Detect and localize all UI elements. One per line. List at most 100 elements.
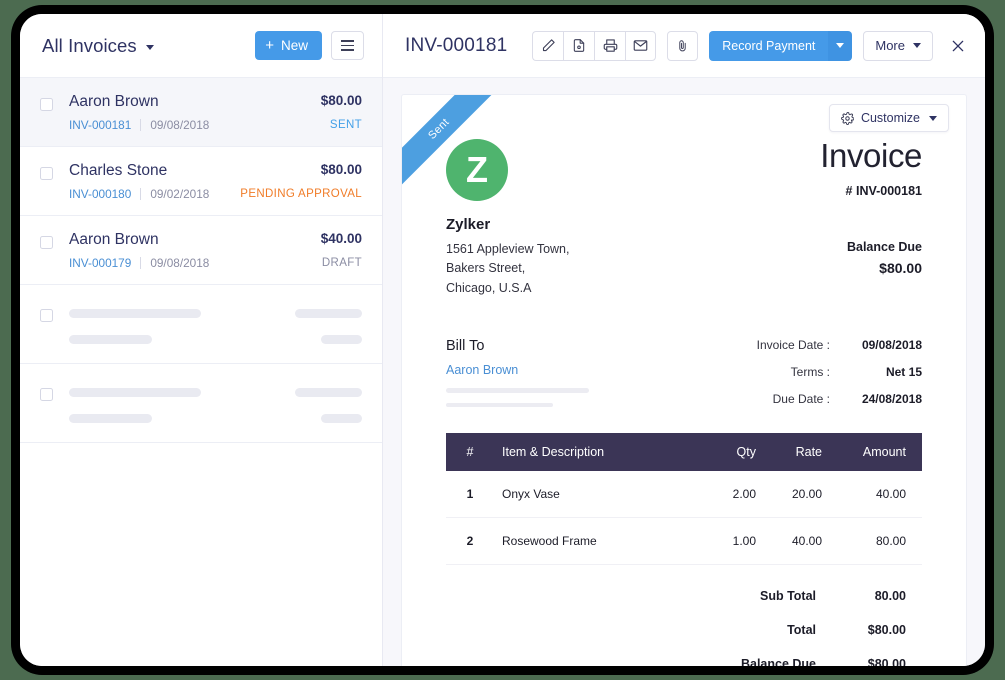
total-label: Sub Total <box>759 589 816 604</box>
placeholder-bar <box>321 335 362 344</box>
gear-icon <box>841 111 854 125</box>
record-payment-group: Record Payment <box>709 30 853 61</box>
list-title: All Invoices <box>42 34 137 56</box>
more-label: More <box>875 38 905 53</box>
invoice-number[interactable]: INV-000179 <box>69 256 131 270</box>
invoice-totals: Sub Total 80.00 Total $80.00 Balance Due… <box>446 589 922 666</box>
customer-name: Charles Stone <box>69 162 168 179</box>
more-button[interactable]: More <box>863 30 933 61</box>
row-checkbox[interactable] <box>40 167 53 180</box>
status-badge: DRAFT <box>321 257 362 269</box>
paperclip-icon[interactable] <box>667 30 699 61</box>
column-header-description: Item & Description <box>484 433 700 472</box>
placeholder-bar <box>69 335 152 344</box>
list-item[interactable]: Aaron Brown $40.00 INV-000179 09/08/2018… <box>20 216 382 285</box>
list-item[interactable]: Aaron Brown $80.00 INV-000181 09/08/2018… <box>20 78 382 147</box>
page-title: INV-000181 <box>405 34 508 56</box>
invoice-document: Sent Z Zylker 1561 Appleview Town, Baker… <box>401 94 967 666</box>
organization-logo: Z <box>446 139 508 201</box>
cell-index: 1 <box>446 471 484 519</box>
invoice-list: Aaron Brown $80.00 INV-000181 09/08/2018… <box>20 78 382 666</box>
new-invoice-label: New <box>280 38 308 53</box>
invoice-header: Z Zylker 1561 Appleview Town, Bakers Str… <box>446 139 922 298</box>
balance-due-label: Balance Due <box>846 240 922 254</box>
envelope-icon[interactable] <box>625 30 657 61</box>
total-label: Balance Due <box>740 657 816 666</box>
row-checkbox[interactable] <box>40 309 53 322</box>
pencil-icon[interactable] <box>532 30 564 61</box>
status-badge: PENDING APPROVAL <box>240 188 362 200</box>
close-icon[interactable] <box>947 35 969 57</box>
status-ribbon-label: Sent <box>426 116 452 142</box>
organization-address: 1561 Appleview Town, Bakers Street, Chic… <box>446 240 569 298</box>
cell-rate: 40.00 <box>766 517 832 566</box>
chevron-down-icon <box>836 43 845 48</box>
chevron-down-icon <box>929 115 937 121</box>
invoice-amount: $80.00 <box>320 93 362 108</box>
placeholder-bar <box>69 387 201 397</box>
record-payment-button[interactable]: Record Payment <box>709 30 829 61</box>
customize-button[interactable]: Customize <box>828 104 949 132</box>
list-header-actions: + New <box>255 31 364 60</box>
total-row: Sub Total 80.00 <box>446 589 922 603</box>
cell-amount: 80.00 <box>832 517 922 566</box>
meta-key: Invoice Date : <box>756 338 830 353</box>
pdf-file-icon[interactable] <box>563 30 595 61</box>
table-row: 1 Onyx Vase 2.00 20.00 40.00 <box>446 471 922 519</box>
placeholder-bar <box>69 308 201 318</box>
list-header: All Invoices + New <box>20 14 382 78</box>
record-payment-dropdown-button[interactable] <box>828 30 853 61</box>
customize-label: Customize <box>860 111 920 125</box>
invoice-number[interactable]: INV-000180 <box>69 187 131 201</box>
invoice-meta-section: Bill To Aaron Brown Invoice Date : 09/08… <box>446 338 922 408</box>
meta-key: Terms : <box>790 365 830 380</box>
address-line: 1561 Appleview Town, <box>446 242 570 256</box>
list-filter-dropdown[interactable]: All Invoices <box>42 35 154 57</box>
invoice-date: 09/08/2018 <box>150 118 210 132</box>
bill-to-customer[interactable]: Aaron Brown <box>446 363 589 377</box>
row-checkbox[interactable] <box>40 236 53 249</box>
placeholder-bar <box>321 414 362 423</box>
new-invoice-button[interactable]: + New <box>255 31 322 60</box>
cell-index: 2 <box>446 517 484 566</box>
total-value: $80.00 <box>867 657 906 666</box>
total-row: Balance Due $80.00 <box>446 657 922 666</box>
meta-row: Invoice Date : 09/08/2018 <box>757 338 922 352</box>
total-value: 80.00 <box>874 589 906 604</box>
row-checkbox[interactable] <box>40 98 53 111</box>
meta-value: 24/08/2018 <box>861 392 922 407</box>
logo-letter: Z <box>466 149 488 190</box>
list-item[interactable]: Charles Stone $80.00 INV-000180 09/02/20… <box>20 147 382 216</box>
hamburger-menu-icon[interactable] <box>331 31 364 60</box>
cell-description: Rosewood Frame <box>484 517 700 566</box>
invoice-number[interactable]: INV-000181 <box>69 118 131 132</box>
column-header-index: # <box>446 433 484 472</box>
total-row: Total $80.00 <box>446 623 922 637</box>
table-header-row: # Item & Description Qty Rate Amount <box>446 433 922 472</box>
row-checkbox[interactable] <box>40 388 53 401</box>
detail-body: Customize Sent Z Zylker 1561 Appleview T… <box>383 78 985 666</box>
placeholder-bar <box>295 308 362 318</box>
printer-icon[interactable] <box>594 30 626 61</box>
divider <box>140 257 142 269</box>
customer-name: Aaron Brown <box>69 231 159 248</box>
placeholder-bar <box>446 403 553 408</box>
chevron-down-icon <box>145 44 154 50</box>
toolbar-icon-group <box>532 30 657 61</box>
organization-name: Zylker <box>446 216 491 233</box>
placeholder-bar <box>69 414 152 423</box>
invoice-date: 09/02/2018 <box>150 187 210 201</box>
invoice-amount: $40.00 <box>320 231 362 246</box>
document-type: Invoice <box>820 137 922 174</box>
column-header-amount: Amount <box>832 433 922 472</box>
meta-value: 09/08/2018 <box>861 338 922 353</box>
invoice-amount: $80.00 <box>320 162 362 177</box>
invoice-dates-block: Invoice Date : 09/08/2018 Terms : Net 15… <box>757 338 922 407</box>
cell-amount: 40.00 <box>832 471 922 519</box>
chevron-down-icon <box>913 43 921 48</box>
divider <box>140 119 142 131</box>
table-row: 2 Rosewood Frame 1.00 40.00 80.00 <box>446 517 922 566</box>
divider <box>140 188 142 200</box>
document-number: # INV-000181 <box>845 184 922 198</box>
total-value: $80.00 <box>867 623 906 638</box>
